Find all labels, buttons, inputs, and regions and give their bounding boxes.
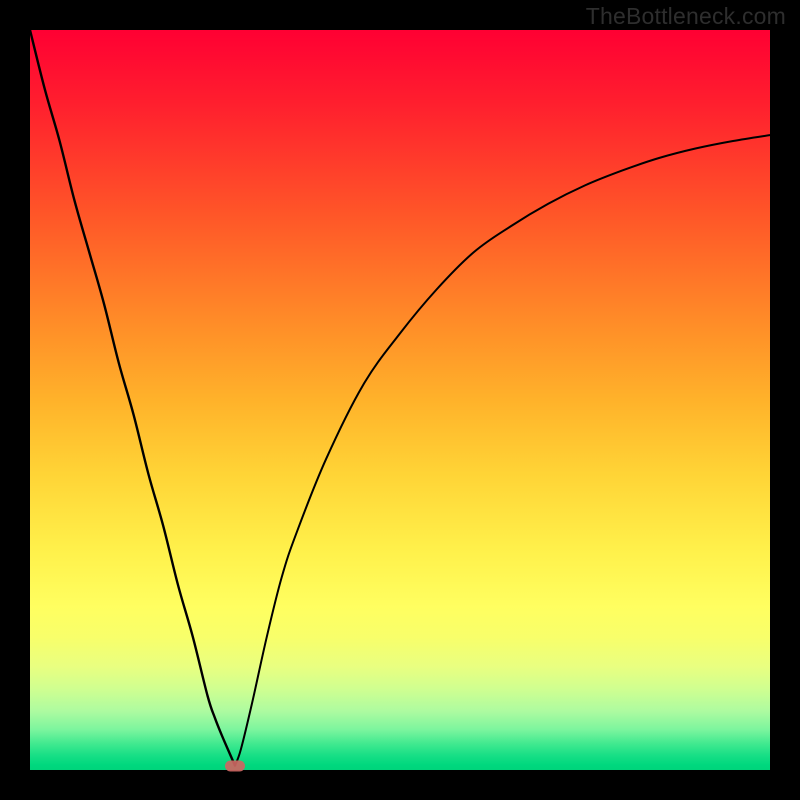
- minimum-marker: [225, 760, 245, 771]
- watermark-text: TheBottleneck.com: [586, 3, 786, 30]
- gradient-plot-area: [30, 30, 770, 770]
- bottleneck-curve: [30, 30, 770, 770]
- chart-frame: TheBottleneck.com: [0, 0, 800, 800]
